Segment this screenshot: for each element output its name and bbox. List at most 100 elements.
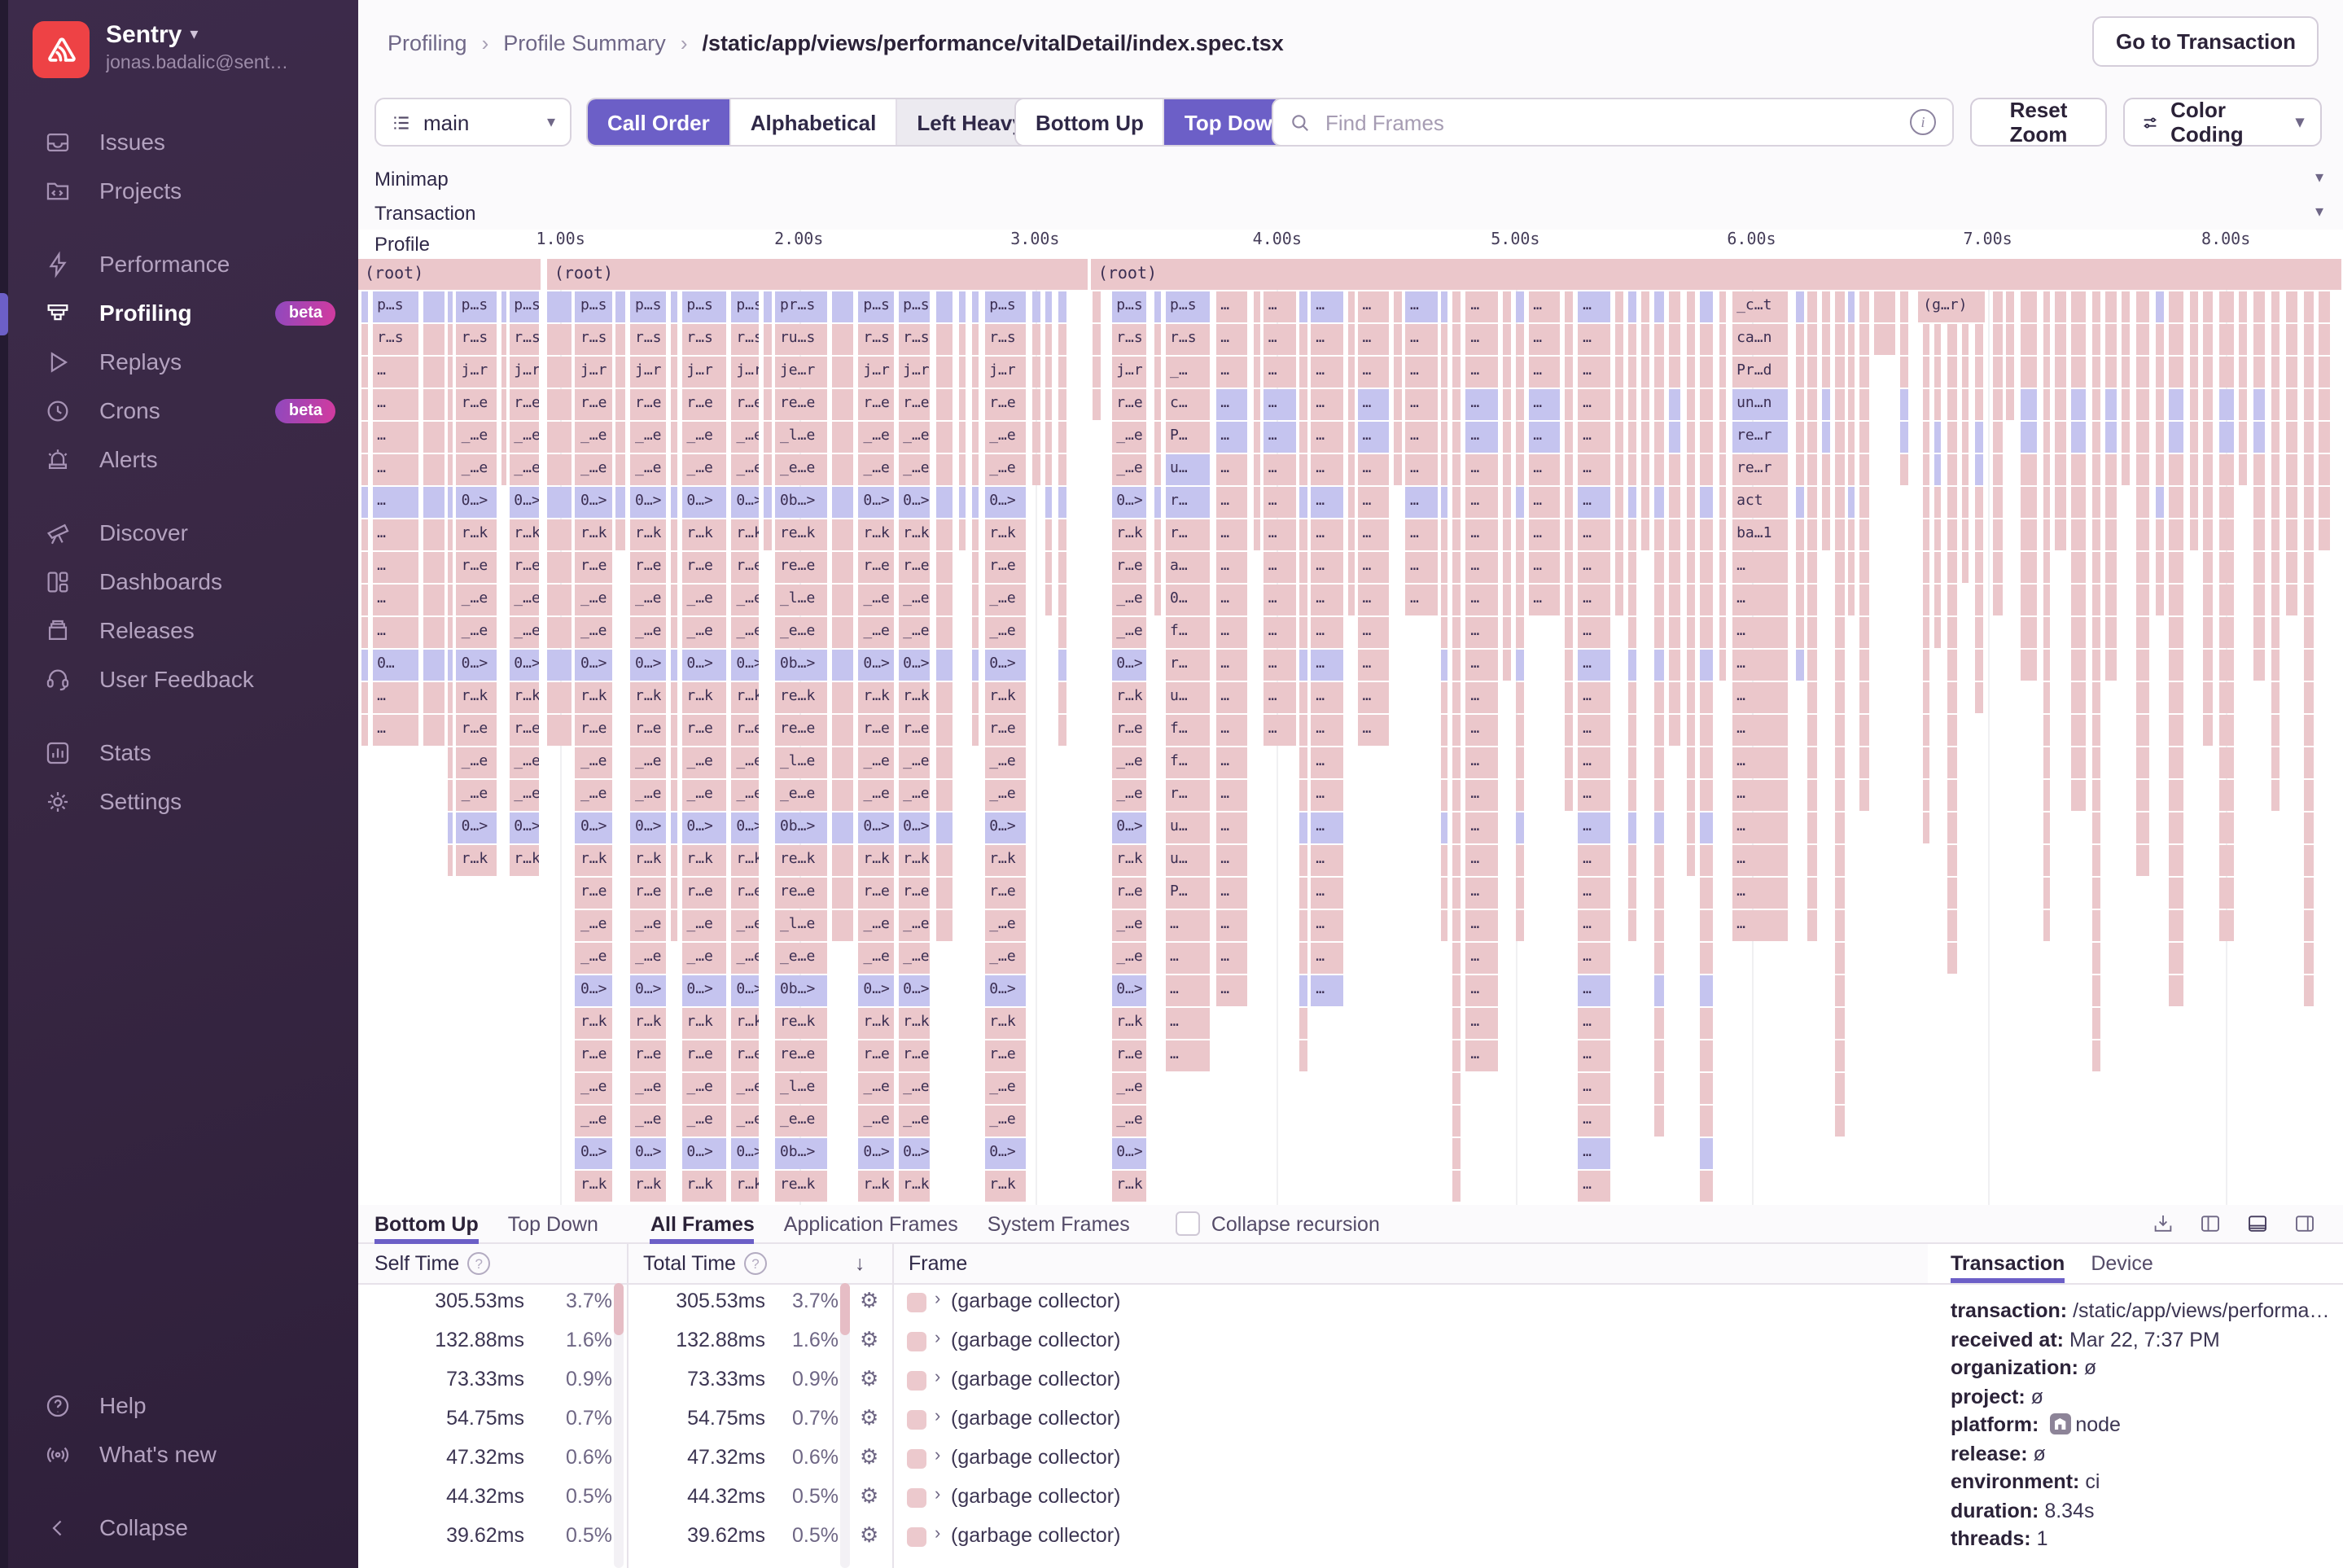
flame-frame[interactable]: r…k: [731, 519, 760, 550]
flame-frame[interactable]: _…e: [509, 422, 538, 453]
flame-frame[interactable]: …: [1358, 682, 1390, 713]
flame-frame[interactable]: [1835, 715, 1844, 746]
flame-frame[interactable]: [2071, 747, 2086, 778]
flame-frame[interactable]: [2303, 780, 2314, 811]
flame-frame[interactable]: [1627, 845, 1636, 876]
flame-frame[interactable]: [501, 357, 506, 388]
flame-frame[interactable]: [1565, 552, 1573, 583]
flame-frame[interactable]: [1994, 454, 2002, 485]
flame-frame[interactable]: [1808, 487, 1817, 518]
flame-frame[interactable]: [1686, 747, 1695, 778]
flame-frame[interactable]: [671, 650, 677, 681]
flame-frame[interactable]: [1935, 617, 1942, 648]
flame-frame[interactable]: [1452, 324, 1461, 355]
flame-frame[interactable]: re…r: [1732, 422, 1788, 453]
flame-frame[interactable]: [2219, 910, 2234, 941]
flame-frame[interactable]: [1719, 552, 1726, 583]
flame-frame[interactable]: r…k: [984, 845, 1027, 876]
flame-frame[interactable]: …: [1578, 878, 1609, 909]
flame-frame[interactable]: [1441, 552, 1447, 583]
flame-frame[interactable]: …: [1215, 291, 1247, 322]
flame-frame[interactable]: [2189, 519, 2197, 550]
flame-frame[interactable]: r…e: [858, 715, 893, 746]
flame-frame[interactable]: [1515, 422, 1523, 453]
flame-frame[interactable]: [2092, 291, 2100, 322]
flame-frame[interactable]: …: [1465, 747, 1497, 778]
flame-frame[interactable]: [2156, 291, 2164, 322]
flame-frame[interactable]: r…e: [457, 552, 497, 583]
flame-frame[interactable]: r…k: [731, 1171, 760, 1202]
flame-frame[interactable]: [2219, 617, 2234, 648]
flame-frame[interactable]: [2071, 291, 2086, 322]
flame-frame[interactable]: [671, 910, 677, 941]
flame-frame[interactable]: [1254, 454, 1260, 485]
flame-frame[interactable]: [935, 682, 952, 713]
flame-frame[interactable]: [2092, 910, 2100, 941]
flame-frame[interactable]: [616, 324, 625, 355]
flame-frame[interactable]: r…e: [731, 715, 760, 746]
flame-frame[interactable]: …: [1215, 454, 1247, 485]
flame-frame[interactable]: _…e: [858, 617, 893, 648]
flame-frame[interactable]: [1654, 389, 1663, 420]
flame-frame[interactable]: [1668, 585, 1680, 615]
flame-frame[interactable]: [1627, 291, 1636, 322]
flame-frame[interactable]: [2253, 454, 2265, 485]
flame-frame[interactable]: [2092, 1040, 2100, 1071]
flame-frame[interactable]: [935, 812, 952, 843]
flame-frame[interactable]: [1300, 487, 1307, 518]
flame-frame[interactable]: [1654, 780, 1663, 811]
flame-frame[interactable]: [2043, 454, 2050, 485]
flame-frame[interactable]: [1962, 487, 1969, 518]
frame-name[interactable]: (garbage collector): [951, 1290, 1120, 1312]
flame-frame[interactable]: [1947, 682, 1956, 713]
flame-frame[interactable]: [2239, 357, 2247, 388]
flame-frame[interactable]: [1058, 682, 1066, 713]
flame-frame[interactable]: j…r: [576, 357, 611, 388]
flame-frame[interactable]: r…k: [509, 519, 538, 550]
flame-frame[interactable]: [1452, 780, 1461, 811]
flame-frame[interactable]: [1835, 454, 1844, 485]
flame-frame[interactable]: [2253, 324, 2265, 355]
flame-frame[interactable]: …: [1263, 389, 1295, 420]
flame-frame[interactable]: [1441, 845, 1447, 876]
flame-frame[interactable]: [2303, 845, 2314, 876]
flame-frame[interactable]: [1452, 975, 1461, 1006]
sidebar-item-projects[interactable]: Projects: [0, 166, 358, 215]
flame-frame[interactable]: [973, 552, 979, 583]
flame-frame[interactable]: [1859, 552, 1869, 583]
flame-frame[interactable]: _…e: [898, 780, 930, 811]
flame-frame[interactable]: [1347, 519, 1354, 550]
flame-frame[interactable]: [1032, 422, 1040, 453]
flame-frame[interactable]: …: [1311, 715, 1342, 746]
flame-frame[interactable]: r…k: [731, 845, 760, 876]
flame-frame[interactable]: r…e: [1111, 1040, 1146, 1071]
flame-frame[interactable]: [1808, 389, 1817, 420]
flame-frame[interactable]: …: [1263, 519, 1295, 550]
flame-frame[interactable]: [2303, 324, 2314, 355]
flame-frame[interactable]: ba…1: [1732, 519, 1788, 550]
flame-frame[interactable]: [2285, 357, 2297, 388]
flame-frame[interactable]: [1975, 389, 1983, 420]
flame-frame[interactable]: [2303, 617, 2314, 648]
flame-frame[interactable]: [671, 845, 677, 876]
flame-frame[interactable]: …: [1732, 585, 1788, 615]
flame-frame[interactable]: [2189, 389, 2197, 420]
flame-frame[interactable]: 0…>: [858, 975, 893, 1006]
flame-frame[interactable]: …: [1528, 487, 1560, 518]
flame-frame[interactable]: [831, 682, 853, 713]
flame-frame[interactable]: [501, 389, 506, 420]
flame-frame[interactable]: [1922, 650, 1929, 681]
flame-frame[interactable]: [1700, 1008, 1712, 1039]
flame-frame[interactable]: …: [1215, 715, 1247, 746]
flame-frame[interactable]: [2136, 389, 2148, 420]
flame-frame[interactable]: r…e: [630, 715, 665, 746]
flame-frame[interactable]: [449, 519, 453, 550]
flame-frame[interactable]: [935, 910, 952, 941]
flame-frame[interactable]: …: [1311, 324, 1342, 355]
flame-frame[interactable]: [2203, 389, 2214, 420]
flame-frame[interactable]: [2253, 617, 2265, 648]
flame-frame[interactable]: [1668, 617, 1680, 648]
flame-frame[interactable]: [1504, 487, 1511, 518]
flame-frame[interactable]: …: [1465, 910, 1497, 941]
flame-frame[interactable]: [1700, 780, 1712, 811]
